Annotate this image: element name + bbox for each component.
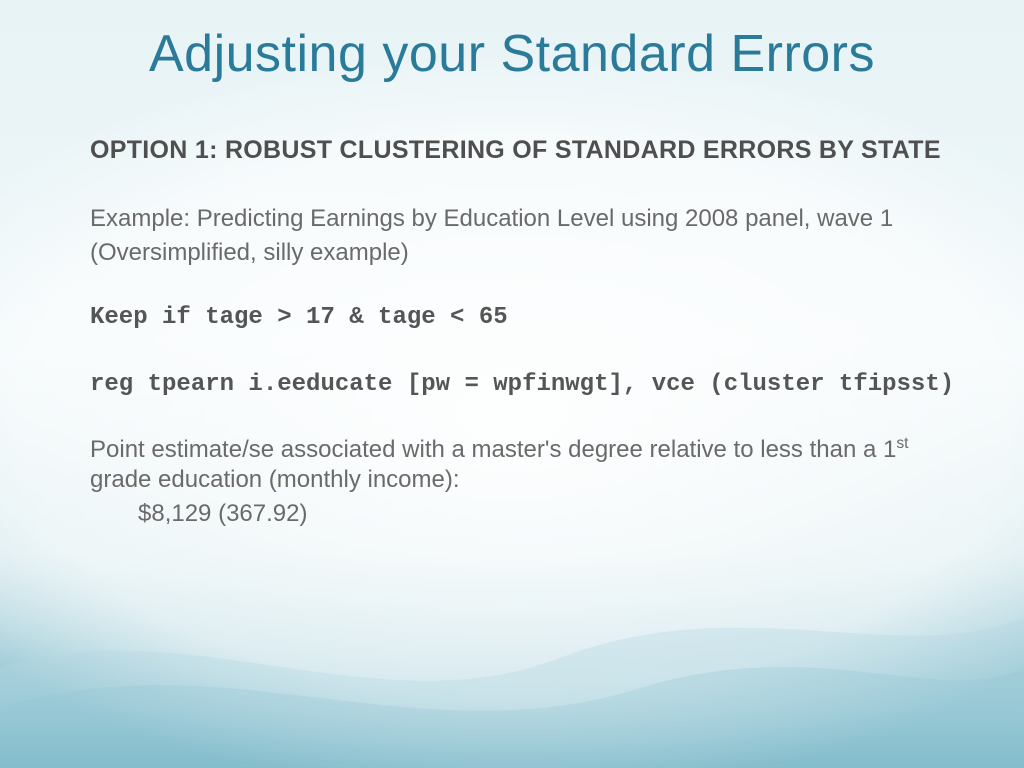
example-note: (Oversimplified, silly example): [90, 238, 964, 268]
example-line: Example: Predicting Earnings by Educatio…: [90, 204, 964, 234]
result-intro: Point estimate/se associated with a mast…: [90, 435, 964, 495]
code-line-2: reg tpearn i.eeducate [pw = wpfinwgt], v…: [90, 369, 964, 401]
result-intro-pre: Point estimate/se associated with a mast…: [90, 436, 896, 463]
result-intro-post: grade education (monthly income):: [90, 466, 460, 493]
result-intro-sup: st: [896, 435, 908, 452]
result-value: $8,129 (367.92): [90, 499, 964, 529]
option-header: OPTION 1: ROBUST CLUSTERING OF STANDARD …: [90, 135, 964, 166]
slide-body: OPTION 1: ROBUST CLUSTERING OF STANDARD …: [90, 135, 964, 529]
code-line-1: Keep if tage > 17 & tage < 65: [90, 302, 964, 334]
slide: Adjusting your Standard Errors OPTION 1:…: [0, 0, 1024, 768]
background-wave: [0, 548, 1024, 768]
slide-title: Adjusting your Standard Errors: [0, 24, 1024, 84]
